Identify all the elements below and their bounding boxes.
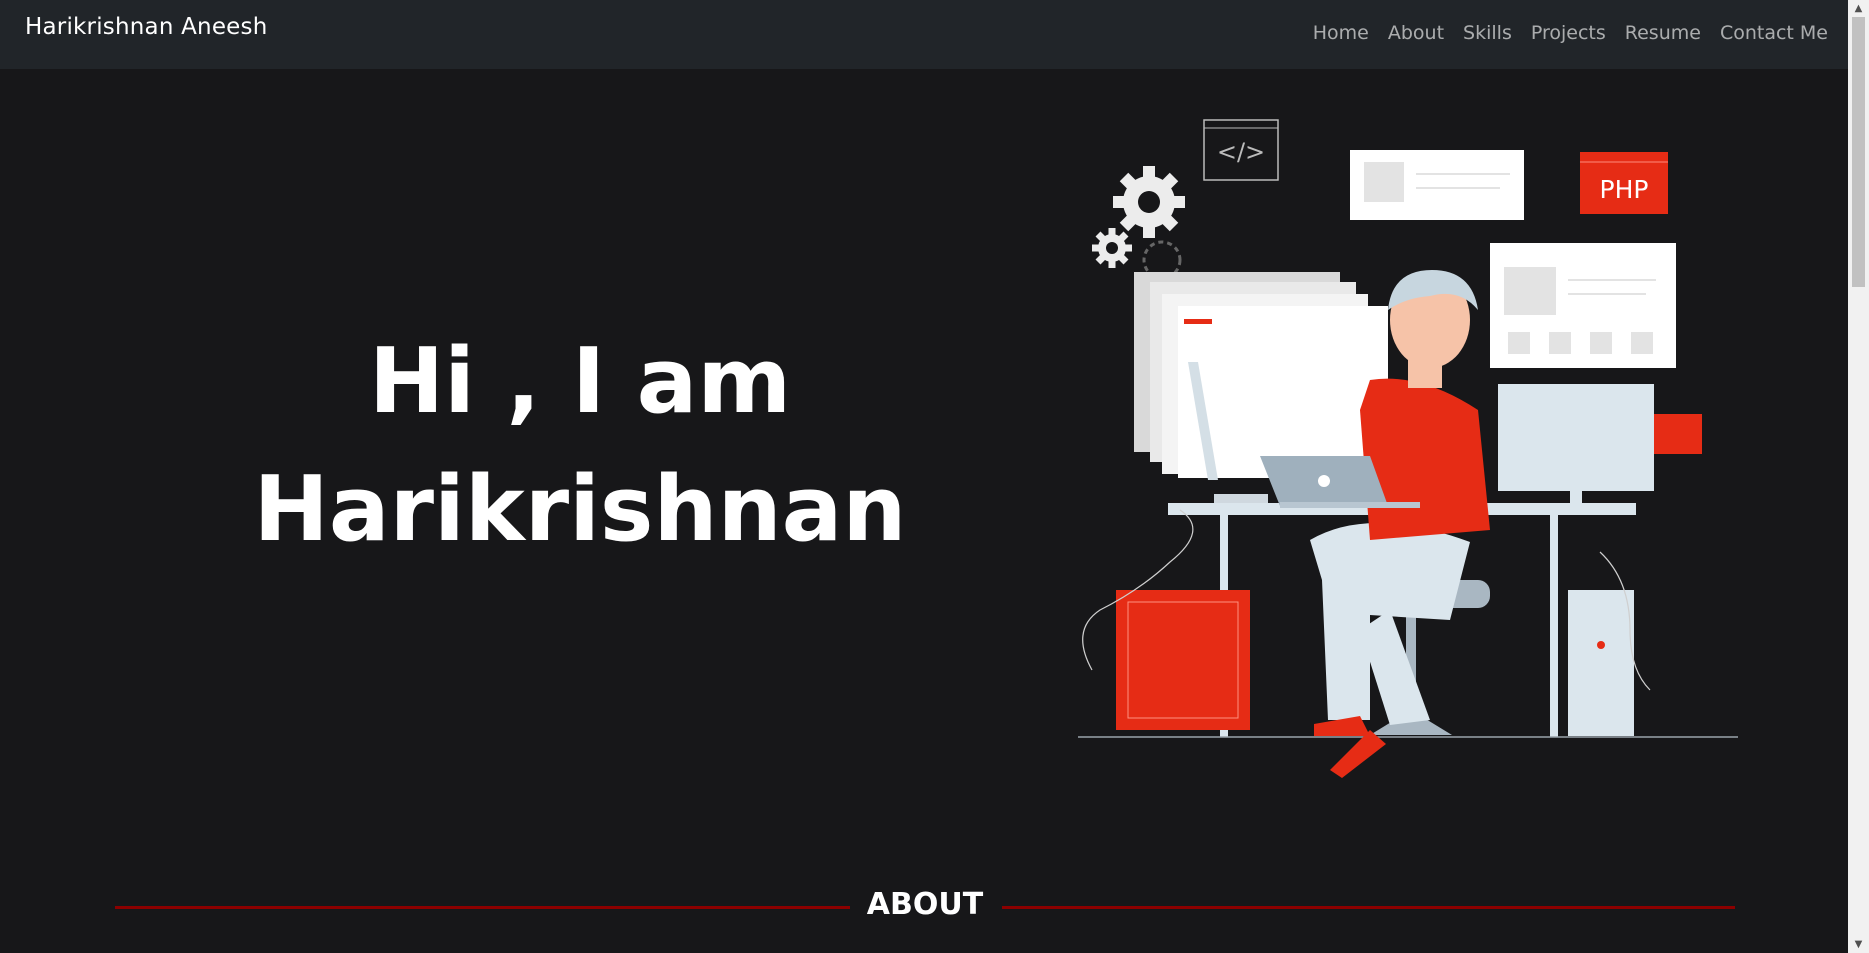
nav-link-resume[interactable]: Resume [1625,22,1701,44]
navbar: Harikrishnan Aneesh Home About Skills Pr… [0,0,1848,69]
about-divider-right [1002,906,1735,909]
php-badge-text: PHP [1600,175,1649,204]
developer-illustration: </> PHP [1078,119,1738,778]
nav-link-contact[interactable]: Contact Me [1720,22,1828,44]
page-scrollbar[interactable]: ▲ ▼ [1848,0,1869,953]
code-window-icon: </> [1203,119,1279,181]
scrollbar-thumb[interactable] [1852,17,1865,287]
php-badge: PHP [1580,152,1668,214]
nav-link-skills[interactable]: Skills [1463,22,1512,44]
gear-icon [1092,166,1185,268]
code-tag-text: </> [1217,138,1265,166]
scroll-up-icon[interactable]: ▲ [1848,0,1869,17]
about-divider-left [115,906,850,909]
nav-link-home[interactable]: Home [1313,22,1369,44]
nav-link-about[interactable]: About [1388,22,1444,44]
about-section-title: ABOUT [866,887,984,922]
hero-heading: Hi , I am Harikrishnan [165,318,995,574]
hero-name: Harikrishnan [253,457,907,562]
nav-link-projects[interactable]: Projects [1531,22,1606,44]
scroll-down-icon[interactable]: ▼ [1848,936,1869,953]
brand-link[interactable]: Harikrishnan Aneesh [25,14,268,40]
page: Harikrishnan Aneesh Home About Skills Pr… [0,0,1848,953]
nav-links: Home About Skills Projects Resume Contac… [1313,22,1828,44]
hero-greeting: Hi , I am [368,329,792,434]
